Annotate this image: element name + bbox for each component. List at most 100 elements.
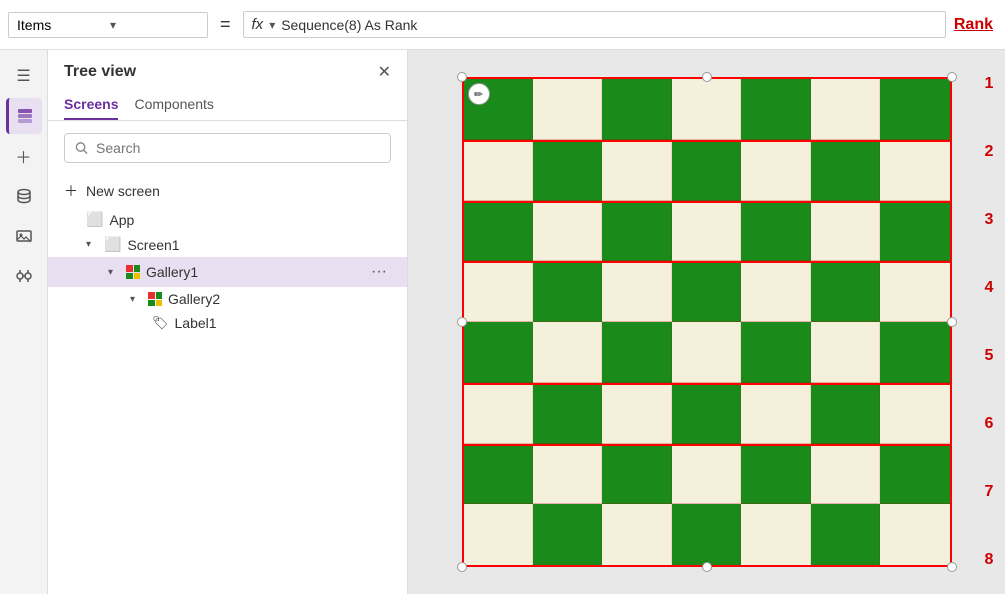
checker-cell bbox=[741, 261, 810, 322]
checker-cell bbox=[811, 322, 880, 383]
edit-pencil-icon[interactable]: ✏ bbox=[468, 83, 490, 105]
checker-cell bbox=[811, 444, 880, 505]
rank-3: 3 bbox=[977, 211, 1001, 229]
formula-text: Sequence(8) As Rank bbox=[281, 17, 937, 33]
checker-board[interactable] bbox=[462, 77, 952, 567]
tree-header: Tree view ✕ bbox=[48, 50, 407, 90]
handle-tl[interactable] bbox=[457, 72, 467, 82]
gallery2-icon bbox=[148, 292, 162, 306]
handle-br[interactable] bbox=[947, 562, 957, 572]
checker-cell bbox=[533, 140, 602, 201]
rank-numbers: 1 2 3 4 5 6 7 8 bbox=[977, 50, 1001, 594]
tree-title: Tree view bbox=[64, 63, 136, 81]
app-label: App bbox=[109, 212, 391, 228]
checker-cell bbox=[741, 79, 810, 140]
checker-cell bbox=[602, 79, 671, 140]
new-screen-button[interactable]: ＋ New screen bbox=[48, 175, 407, 207]
formula-bar[interactable]: fx ▾ Sequence(8) As Rank bbox=[243, 11, 946, 38]
label1-label: Label1 bbox=[175, 315, 391, 331]
gallery1-more-button[interactable]: ··· bbox=[367, 261, 391, 283]
checker-cell bbox=[811, 504, 880, 565]
rank-5: 5 bbox=[977, 347, 1001, 365]
tree-item-label1[interactable]: 🏷 Label1 bbox=[48, 311, 407, 335]
checker-cell bbox=[880, 322, 949, 383]
handle-tc[interactable] bbox=[702, 72, 712, 82]
rank-2: 2 bbox=[977, 143, 1001, 161]
checker-cell bbox=[880, 383, 949, 444]
checker-cell bbox=[811, 261, 880, 322]
handle-ml[interactable] bbox=[457, 317, 467, 327]
checker-cell bbox=[533, 504, 602, 565]
search-input[interactable] bbox=[96, 140, 380, 156]
checker-cell bbox=[602, 504, 671, 565]
checker-cell bbox=[464, 383, 533, 444]
rank-1: 1 bbox=[977, 75, 1001, 93]
rank-6: 6 bbox=[977, 415, 1001, 433]
media-button[interactable] bbox=[6, 218, 42, 254]
new-screen-plus: ＋ bbox=[64, 181, 78, 201]
handle-tr[interactable] bbox=[947, 72, 957, 82]
checker-cell bbox=[533, 322, 602, 383]
checker-cell bbox=[602, 383, 671, 444]
fx-chevron: ▾ bbox=[269, 18, 275, 32]
checker-cell bbox=[672, 444, 741, 505]
items-dropdown[interactable]: Items ▾ bbox=[8, 12, 208, 38]
layers-button[interactable] bbox=[6, 98, 42, 134]
checker-cell bbox=[602, 261, 671, 322]
layers-icon bbox=[16, 107, 34, 125]
label1-icon: 🏷 bbox=[152, 315, 169, 331]
close-button[interactable]: ✕ bbox=[378, 62, 391, 82]
tree-item-gallery1[interactable]: ▾ Gallery1 ··· bbox=[48, 257, 407, 287]
checker-cell bbox=[741, 140, 810, 201]
tree-item-app[interactable]: ⬜ App bbox=[48, 207, 407, 232]
gallery2-label: Gallery2 bbox=[168, 291, 391, 307]
checker-cell bbox=[741, 504, 810, 565]
checker-cell bbox=[741, 383, 810, 444]
tab-screens[interactable]: Screens bbox=[64, 90, 118, 120]
checker-cell bbox=[533, 261, 602, 322]
handle-mr[interactable] bbox=[947, 317, 957, 327]
checker-cell bbox=[602, 140, 671, 201]
tab-components[interactable]: Components bbox=[134, 90, 213, 120]
tree-item-gallery2[interactable]: ▾ Gallery2 bbox=[48, 287, 407, 311]
handle-bc[interactable] bbox=[702, 562, 712, 572]
checker-cell bbox=[464, 140, 533, 201]
equals-sign: = bbox=[216, 14, 235, 35]
checker-wrapper: ✏ bbox=[462, 77, 952, 567]
checker-cell bbox=[672, 201, 741, 262]
checker-cell bbox=[602, 444, 671, 505]
tree-item-screen1[interactable]: ▾ ⬜ Screen1 bbox=[48, 232, 407, 257]
checker-cell bbox=[672, 383, 741, 444]
checker-cell bbox=[672, 322, 741, 383]
checker-cell bbox=[533, 79, 602, 140]
tools-icon bbox=[15, 267, 33, 285]
new-screen-label: New screen bbox=[86, 183, 160, 199]
checker-cell bbox=[880, 79, 949, 140]
checker-cell bbox=[464, 261, 533, 322]
checker-cell bbox=[811, 201, 880, 262]
screen1-icon: ⬜ bbox=[104, 236, 121, 253]
checker-cell bbox=[464, 201, 533, 262]
checker-cell bbox=[880, 504, 949, 565]
database-button[interactable] bbox=[6, 178, 42, 214]
tree-items: ⬜ App ▾ ⬜ Screen1 ▾ bbox=[48, 207, 407, 594]
handle-bl[interactable] bbox=[457, 562, 467, 572]
hamburger-button[interactable]: ☰ bbox=[6, 58, 42, 94]
checker-cell bbox=[533, 201, 602, 262]
checker-cell bbox=[741, 322, 810, 383]
checker-cell bbox=[811, 79, 880, 140]
dropdown-chevron: ▾ bbox=[110, 18, 199, 32]
tools-button[interactable] bbox=[6, 258, 42, 294]
gallery1-chevron: ▾ bbox=[108, 267, 120, 278]
checker-cell bbox=[672, 79, 741, 140]
plus-button[interactable]: ＋ bbox=[6, 138, 42, 174]
checker-cell bbox=[811, 383, 880, 444]
main-content: ☰ ＋ bbox=[0, 50, 1005, 594]
canvas-area: ✏ 1 2 3 4 5 6 7 8 bbox=[408, 50, 1005, 594]
rank-4: 4 bbox=[977, 279, 1001, 297]
checker-cell bbox=[464, 444, 533, 505]
checker-cell bbox=[880, 444, 949, 505]
rank-7: 7 bbox=[977, 483, 1001, 501]
checker-cell bbox=[533, 383, 602, 444]
search-box[interactable] bbox=[64, 133, 391, 163]
